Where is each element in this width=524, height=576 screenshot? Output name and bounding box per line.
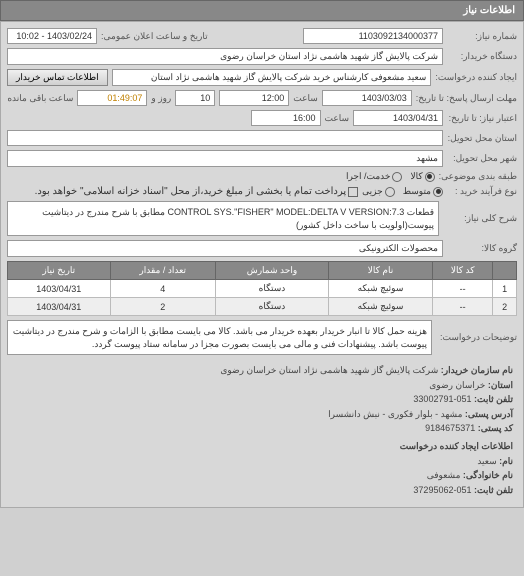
label-validity-time: ساعت [325, 113, 350, 124]
cell: دستگاه [215, 298, 328, 316]
section-header: اطلاعات نیاز [0, 0, 524, 21]
table-header-row: کد کالا نام کالا واحد شمارش تعداد / مقدا… [8, 262, 517, 280]
footer-lname: مشعوفی [427, 470, 461, 480]
radio-partial-label: جزیی [362, 186, 383, 197]
footer-tel-label: تلفن ثابت: [474, 394, 513, 404]
cell: -- [432, 298, 492, 316]
cell: 2 [493, 298, 517, 316]
footer-lname-label: نام خانوادگی: [463, 470, 513, 480]
buy-type-group: متوسط جزیی [362, 186, 443, 197]
cell: 4 [110, 280, 215, 298]
footer-org: شرکت پالایش گاز شهید هاشمی نژاد استان خر… [220, 365, 438, 375]
checkbox-treasury[interactable] [348, 187, 358, 197]
field-group: محصولات الکترونیکی [7, 240, 443, 257]
field-remain: 01:49:07 [77, 90, 147, 106]
th-date: تاریخ نیاز [8, 262, 111, 280]
table-row: 1 -- سوئیچ شبکه دستگاه 4 1403/04/31 [8, 280, 517, 298]
label-group: گروه کالا: [447, 243, 517, 254]
field-buyer: شرکت پالایش گاز شهید هاشمی نژاد استان خر… [7, 48, 443, 65]
cell: سوئیچ شبکه [329, 298, 433, 316]
footer-name: سعید [477, 456, 496, 466]
label-deadline: مهلت ارسال پاسخ: تا تاریخ: [416, 93, 517, 104]
field-province [7, 130, 443, 146]
footer-post: 9184675371 [425, 423, 475, 433]
label-time: ساعت [293, 93, 318, 104]
label-announce: تاریخ و ساعت اعلان عمومی: [101, 31, 208, 42]
footer-org-label: نام سازمان خریدار: [441, 365, 513, 375]
footer-post-label: کد پستی: [478, 423, 513, 433]
field-announce: 1403/02/24 - 10:02 [7, 28, 97, 44]
radio-service-label: خدمت/ اجرا [346, 171, 390, 182]
footer-addr: مشهد - بلوار فکوری - نبش دانشسرا [328, 409, 462, 419]
label-pkg-type: طبقه بندی موضوعی: [439, 171, 517, 182]
label-buy-type: نوع فرآیند خرید : [447, 186, 517, 197]
field-main-desc: قطعات CONTROL SYS."FISHER" MODEL:DELTA V… [7, 201, 439, 236]
cell: 1403/04/31 [8, 298, 111, 316]
field-deadline-date: 1403/03/03 [322, 90, 412, 106]
th-unit: واحد شمارش [215, 262, 328, 280]
field-validity-time: 16:00 [251, 110, 321, 126]
field-validity-date: 1403/04/31 [353, 110, 443, 126]
radio-medium-label: متوسط [403, 186, 431, 197]
field-req-desc: هزینه حمل کالا تا انبار خریدار بعهده خری… [7, 320, 432, 355]
label-city: شهر محل تحویل: [447, 153, 517, 164]
pkg-type-group: کالا خدمت/ اجرا [346, 171, 435, 182]
footer-addr-label: آدرس پستی: [465, 409, 513, 419]
field-days: 10 [175, 90, 215, 106]
footer-prov-label: استان: [488, 380, 513, 390]
th-idx [493, 262, 517, 280]
field-city: مشهد [7, 150, 443, 167]
label-creator: ایجاد کننده درخواست: [435, 72, 517, 83]
treasury-note: پرداخت تمام یا بخشی از مبلغ خرید،از محل … [35, 186, 347, 197]
field-deadline-time: 12:00 [219, 90, 289, 106]
radio-partial[interactable] [385, 187, 395, 197]
cell: سوئیچ شبکه [329, 280, 433, 298]
footer-prov: خراسان رضوی [429, 380, 485, 390]
field-req-no: 1103092134000377 [303, 28, 443, 44]
cell: دستگاه [215, 280, 328, 298]
label-req-desc: توضیحات درخواست: [440, 332, 517, 343]
label-province: استان محل تحویل: [447, 133, 517, 144]
radio-goods[interactable] [425, 172, 435, 182]
field-creator: سعید مشعوفی کارشناس خرید شرکت پالایش گاز… [112, 69, 432, 86]
label-main-desc: شرح کلی نیاز: [447, 213, 517, 224]
footer-tel: 051-33002791 [413, 394, 471, 404]
radio-service[interactable] [392, 172, 402, 182]
footer-info: نام سازمان خریدار: شرکت پالایش گاز شهید … [7, 359, 517, 501]
label-days: روز و [151, 93, 171, 104]
contact-button[interactable]: اطلاعات تماس خریدار [7, 69, 108, 86]
th-qty: تعداد / مقدار [110, 262, 215, 280]
cell: -- [432, 280, 492, 298]
cell: 1 [493, 280, 517, 298]
label-remain: ساعت باقی مانده [7, 93, 73, 104]
items-table: کد کالا نام کالا واحد شمارش تعداد / مقدا… [7, 261, 517, 316]
footer-name-label: نام: [499, 456, 513, 466]
cell: 1403/04/31 [8, 280, 111, 298]
footer-ctel-label: تلفن ثابت: [474, 485, 513, 495]
label-req-no: شماره نیاز: [447, 31, 517, 42]
label-buyer: دستگاه خریدار: [447, 51, 517, 62]
footer-creator-title: اطلاعات ایجاد کننده درخواست [11, 439, 513, 453]
footer-ctel: 051-37295062 [413, 485, 471, 495]
label-validity: اعتبار نیاز: تا تاریخ: [447, 113, 517, 124]
th-name: نام کالا [329, 262, 433, 280]
form-content: شماره نیاز: 1103092134000377 تاریخ و ساع… [0, 21, 524, 508]
th-code: کد کالا [432, 262, 492, 280]
cell: 2 [110, 298, 215, 316]
radio-goods-label: کالا [410, 171, 422, 182]
table-row: 2 -- سوئیچ شبکه دستگاه 2 1403/04/31 [8, 298, 517, 316]
radio-medium[interactable] [433, 187, 443, 197]
